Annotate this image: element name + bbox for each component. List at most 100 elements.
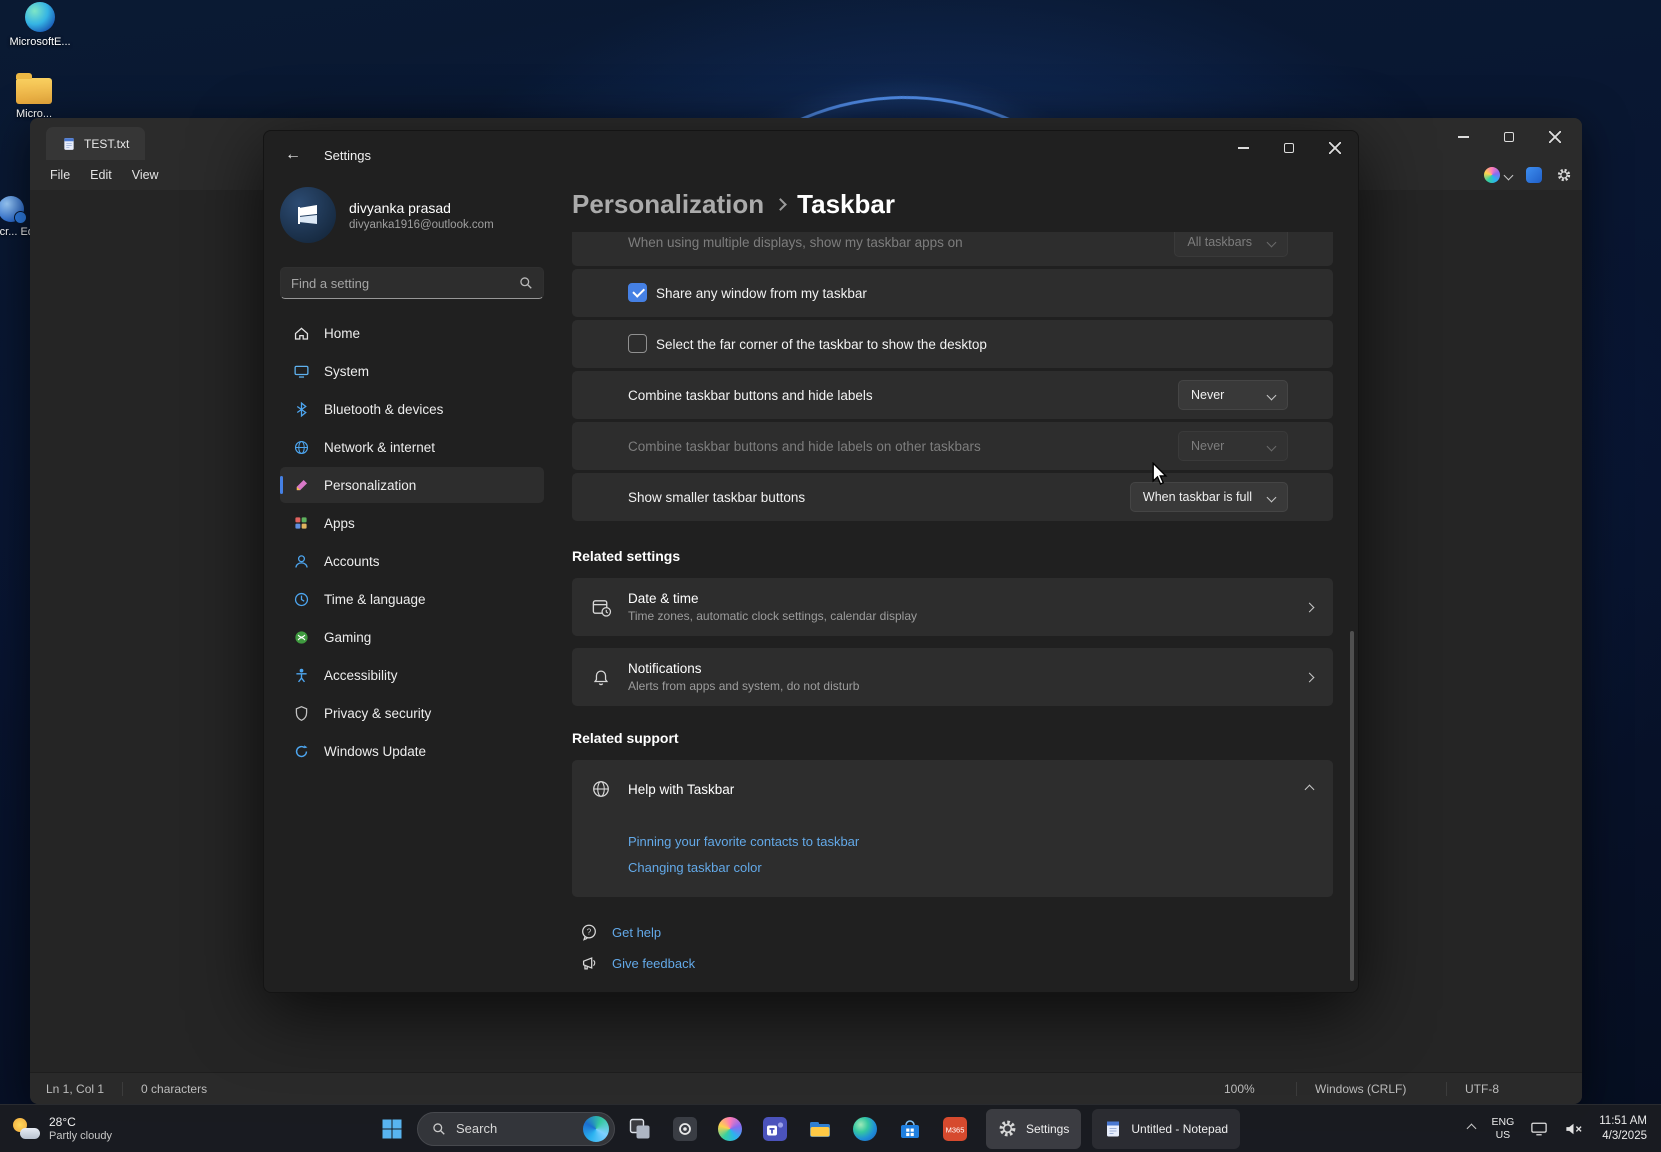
sidebar-item-system[interactable]: System — [280, 353, 544, 389]
sidebar-item-personalization[interactable]: Personalization — [280, 467, 544, 503]
sidebar-item-network-internet[interactable]: Network & internet — [280, 429, 544, 465]
copilot-button[interactable] — [710, 1109, 750, 1149]
help-link-taskbar-color[interactable]: Changing taskbar color — [628, 860, 1333, 875]
menu-file[interactable]: File — [40, 164, 80, 186]
weather-condition: Partly cloudy — [49, 1130, 112, 1142]
menu-edit[interactable]: Edit — [80, 164, 122, 186]
chevron-up-icon — [1305, 784, 1315, 794]
notifications-bell-icon — [590, 666, 612, 688]
user-email: divyanka1916@outlook.com — [349, 219, 494, 231]
checkbox-share-window[interactable] — [628, 283, 647, 302]
snipping-tool-button[interactable] — [665, 1109, 705, 1149]
edge-icon — [853, 1117, 877, 1141]
sidebar-item-label: Accessibility — [324, 668, 398, 683]
language-indicator[interactable]: ENG US — [1491, 1116, 1514, 1141]
sidebar-item-accessibility[interactable]: Accessibility — [280, 657, 544, 693]
sidebar-item-bluetooth-devices[interactable]: Bluetooth & devices — [280, 391, 544, 427]
card-subtitle: Time zones, automatic clock settings, ca… — [628, 609, 917, 623]
edge-icon — [25, 2, 55, 32]
settings-rows: When using multiple displays, show my ta… — [572, 232, 1333, 524]
account-profile[interactable]: divyanka prasad divyanka1916@outlook.com — [280, 187, 544, 243]
notepad-icon — [1104, 1120, 1122, 1138]
checkbox-far-corner[interactable] — [628, 334, 647, 353]
dropdown-combine-buttons[interactable]: Never — [1178, 380, 1288, 410]
notepad-settings-gear-icon[interactable] — [1556, 167, 1572, 183]
system-tray: ENG US 11:51 AM 4/3/2025 — [1468, 1105, 1661, 1152]
taskbar-window-settings[interactable]: Settings — [986, 1109, 1081, 1149]
settings-content: Personalization Taskbar When using multi… — [560, 179, 1358, 992]
search-input[interactable] — [291, 276, 519, 291]
notepad-tab[interactable]: TEST.txt — [46, 127, 145, 160]
sidebar-item-privacy-security[interactable]: Privacy & security — [280, 695, 544, 731]
give-feedback-link[interactable]: Give feedback — [572, 954, 1333, 972]
settings-minimize-button[interactable] — [1220, 131, 1266, 165]
taskbar-search[interactable]: Search — [417, 1112, 615, 1146]
settings-close-button[interactable] — [1312, 131, 1358, 165]
edit-with-copilot-icon[interactable] — [1526, 167, 1542, 183]
status-zoom[interactable]: 100% — [1206, 1082, 1296, 1096]
privacy-icon — [292, 704, 310, 722]
notepad-maximize-button[interactable] — [1486, 120, 1532, 154]
back-button[interactable]: ← — [276, 140, 310, 170]
sidebar-item-label: Bluetooth & devices — [324, 402, 443, 417]
edge-button[interactable] — [845, 1109, 885, 1149]
desktop-icon-edge[interactable]: MicrosoftE... — [0, 2, 80, 48]
copilot-menu-button[interactable] — [1484, 167, 1512, 183]
microsoft-store-button[interactable] — [890, 1109, 930, 1149]
sidebar-item-apps[interactable]: Apps — [280, 505, 544, 541]
get-help-link[interactable]: ? Get help — [572, 923, 1333, 941]
dropdown-value: All taskbars — [1187, 235, 1252, 249]
taskbar-window-notepad[interactable]: Untitled - Notepad — [1092, 1109, 1240, 1149]
scrollbar-thumb[interactable] — [1350, 631, 1354, 981]
sidebar-item-home[interactable]: Home — [280, 315, 544, 351]
weather-widget[interactable]: 28°C Partly cloudy — [0, 1105, 124, 1152]
volume-button[interactable] — [1564, 1121, 1583, 1137]
breadcrumb-parent[interactable]: Personalization — [572, 189, 764, 220]
accessibility-icon — [292, 666, 310, 684]
clock[interactable]: 11:51 AM 4/3/2025 — [1599, 1114, 1647, 1144]
hidden-icons-chevron[interactable] — [1468, 1125, 1475, 1132]
notepad-minimize-button[interactable] — [1440, 120, 1486, 154]
svg-text:M365: M365 — [946, 1125, 965, 1134]
setting-row-combine-buttons: Combine taskbar buttons and hide labels … — [572, 371, 1333, 419]
sidebar-item-accounts[interactable]: Accounts — [280, 543, 544, 579]
setting-label: Show smaller taskbar buttons — [628, 490, 805, 505]
date-time-icon — [590, 596, 612, 618]
tray-date: 4/3/2025 — [1599, 1129, 1647, 1144]
chevron-down-icon — [1267, 441, 1277, 451]
network-button[interactable] — [1530, 1121, 1548, 1137]
m365-button[interactable]: M365 — [935, 1109, 975, 1149]
settings-titlebar[interactable]: ← Settings — [264, 131, 1358, 179]
task-view-button[interactable] — [620, 1109, 660, 1149]
dropdown-combine-other-taskbars: Never — [1178, 431, 1288, 461]
sidebar-item-label: Personalization — [324, 478, 416, 493]
status-encoding: UTF-8 — [1446, 1082, 1566, 1096]
card-help-with-taskbar: Help with Taskbar Pinning your favorite … — [572, 760, 1333, 897]
sidebar-item-time-language[interactable]: Time & language — [280, 581, 544, 617]
card-notifications[interactable]: Notifications Alerts from apps and syste… — [572, 648, 1333, 706]
menu-view[interactable]: View — [122, 164, 169, 186]
desktop-icon-folder[interactable]: Micro... — [0, 78, 74, 120]
sidebar-item-windows-update[interactable]: Windows Update — [280, 733, 544, 769]
settings-nav: Home System Bluetooth & devices Network … — [280, 315, 544, 769]
file-explorer-button[interactable] — [800, 1109, 840, 1149]
teams-button[interactable] — [755, 1109, 795, 1149]
dropdown-value: When taskbar is full — [1143, 490, 1252, 504]
settings-maximize-button[interactable] — [1266, 131, 1312, 165]
task-view-icon — [628, 1117, 652, 1141]
card-date-time[interactable]: Date & time Time zones, automatic clock … — [572, 578, 1333, 636]
sidebar-item-gaming[interactable]: Gaming — [280, 619, 544, 655]
help-expander[interactable]: Help with Taskbar — [572, 760, 1333, 818]
setting-row-far-corner: Select the far corner of the taskbar to … — [572, 320, 1333, 368]
help-link-pin-contacts[interactable]: Pinning your favorite contacts to taskba… — [628, 834, 1333, 849]
settings-search[interactable] — [280, 267, 544, 299]
bluetooth-icon — [292, 400, 310, 418]
chevron-down-icon — [1504, 170, 1514, 180]
chevron-down-icon — [1267, 237, 1277, 247]
minimize-icon — [1458, 136, 1469, 138]
folder-icon — [16, 78, 52, 104]
start-button[interactable] — [372, 1109, 412, 1149]
maximize-icon — [1504, 132, 1514, 142]
windows-logo-icon — [381, 1118, 403, 1140]
notepad-close-button[interactable] — [1532, 120, 1578, 154]
